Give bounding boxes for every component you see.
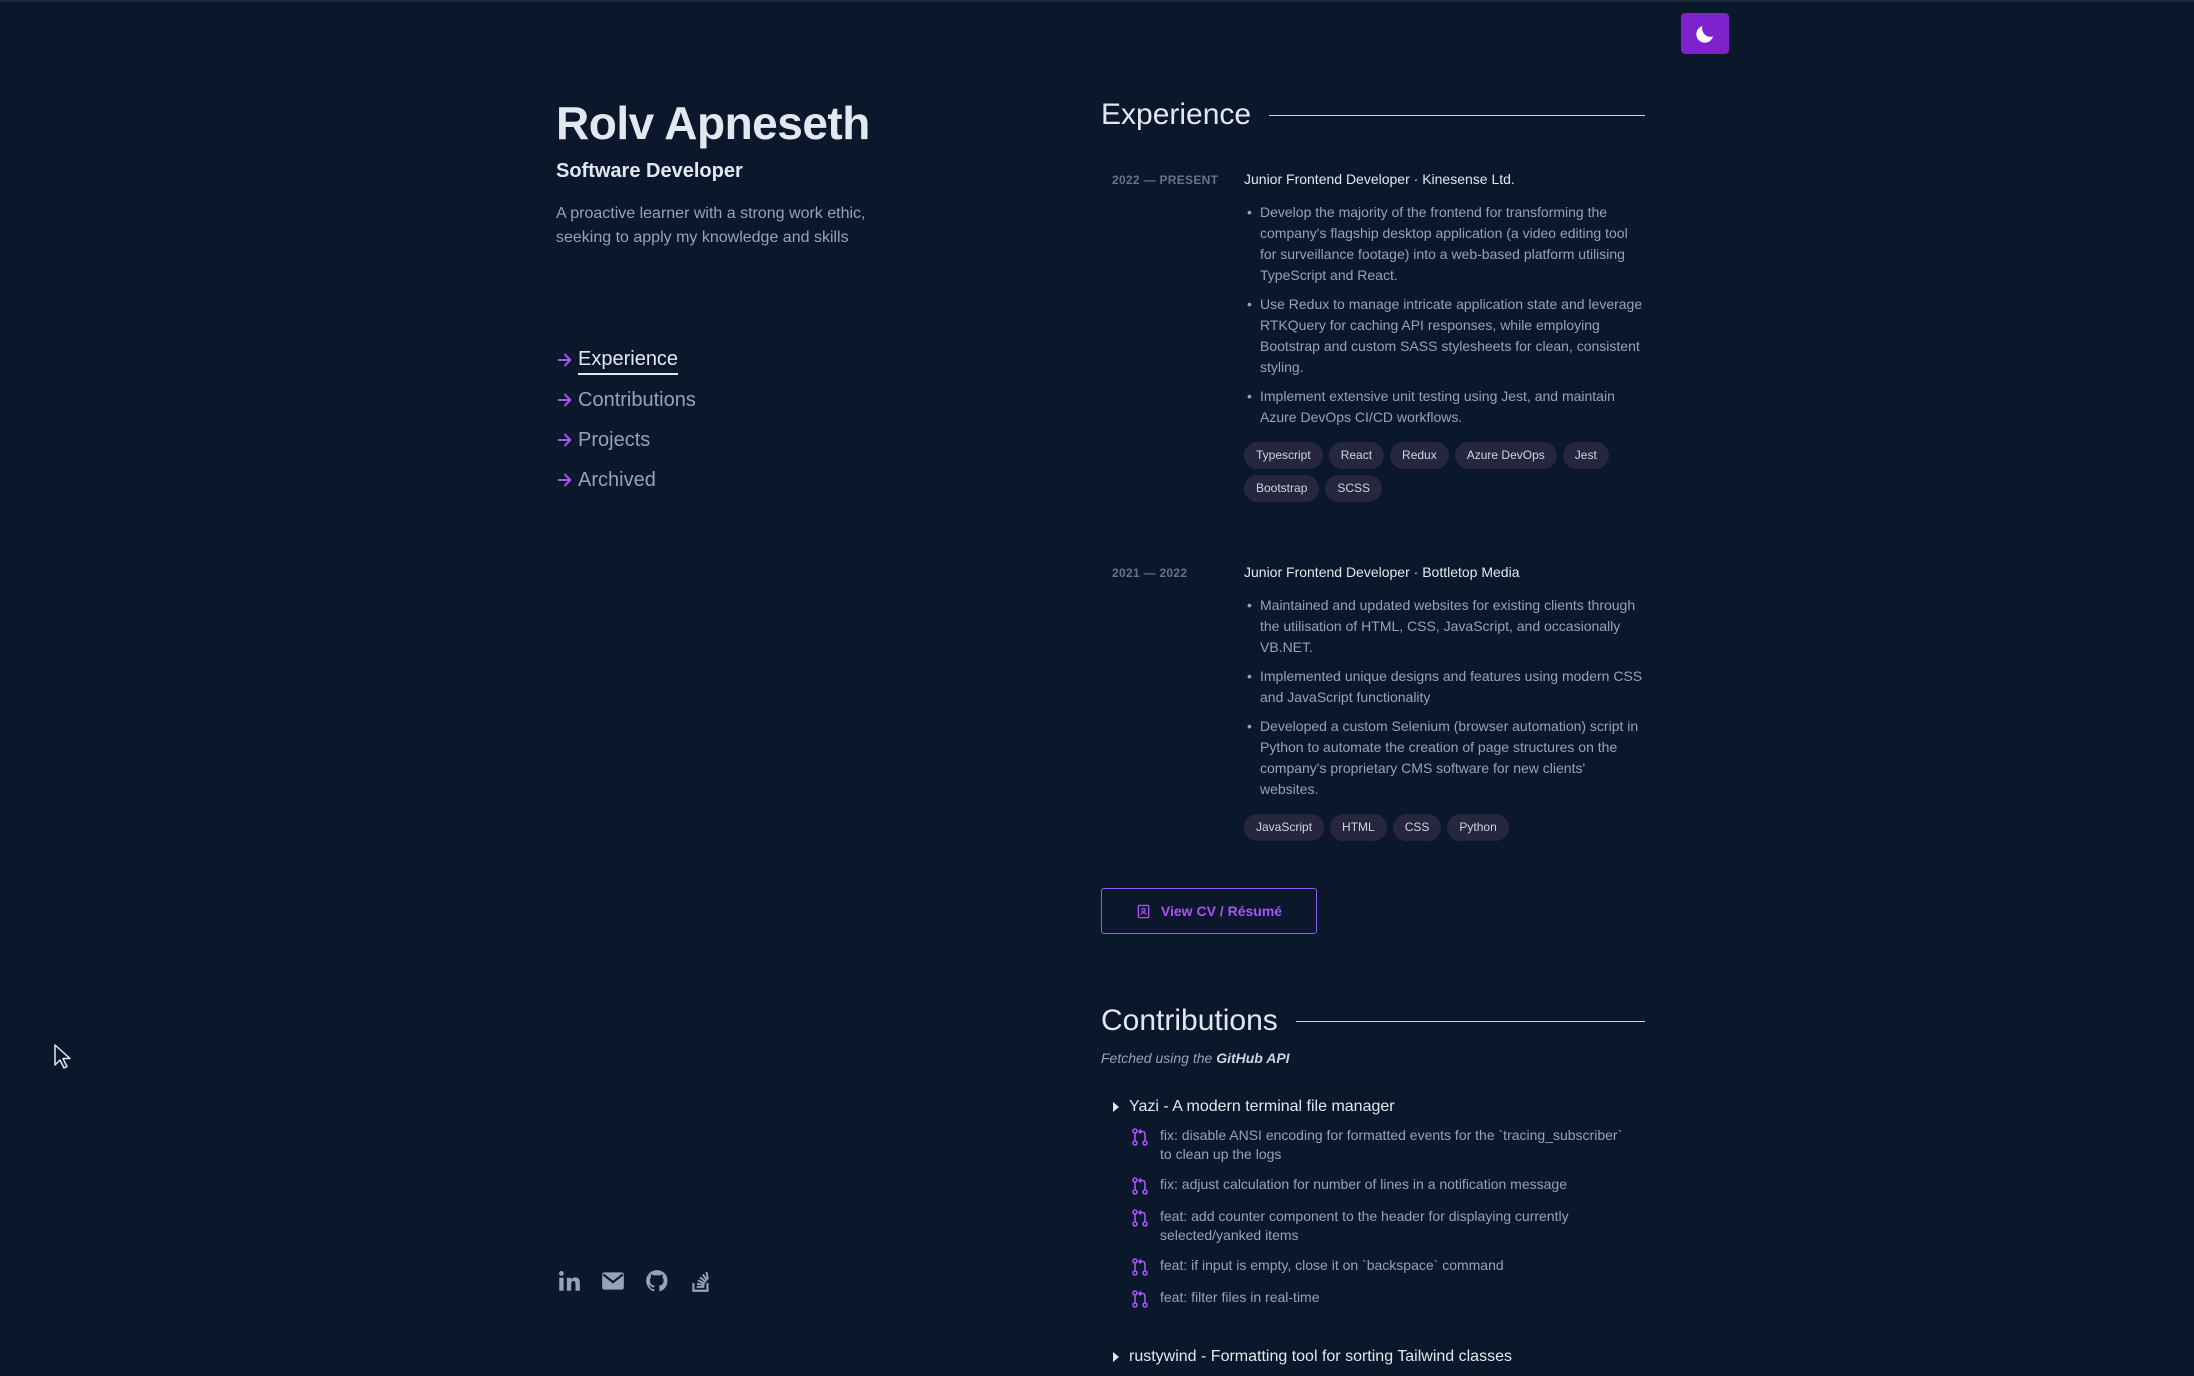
page-title: Rolv Apneseth: [556, 97, 870, 149]
repo-toggle[interactable]: Yazi - A modern terminal file manager: [1113, 1098, 1653, 1116]
nav-item-contributions[interactable]: Contributions: [556, 380, 696, 420]
job-bullet: Developed a custom Selenium (browser aut…: [1244, 716, 1644, 800]
job-bullet: Implement extensive unit testing using J…: [1244, 386, 1644, 428]
tag: CSS: [1392, 814, 1442, 841]
tag-list: Typescript React Redux Azure DevOps Jest…: [1244, 442, 1644, 502]
repo-entry: rustywind - Formatting tool for sorting …: [1113, 1348, 1653, 1366]
repo-entry: Yazi - A modern terminal file manager fi…: [1113, 1098, 1653, 1320]
job-bullet: Implemented unique designs and features …: [1244, 666, 1644, 708]
pull-request-icon: [1132, 1177, 1148, 1195]
pr-list: fix: disable ANSI encoding for formatted…: [1130, 1126, 1653, 1309]
job-bullet: Use Redux to manage intricate applicatio…: [1244, 294, 1644, 378]
top-border: [0, 0, 2194, 2]
tag: React: [1328, 442, 1385, 469]
job-bullet: Maintained and updated websites for exis…: [1244, 595, 1644, 658]
tag: Redux: [1390, 442, 1449, 469]
tag: Azure DevOps: [1454, 442, 1557, 469]
pr-item[interactable]: feat: add counter component to the heade…: [1130, 1207, 1653, 1245]
github-icon[interactable]: [644, 1268, 670, 1294]
pr-title: fix: adjust calculation for number of li…: [1160, 1176, 1567, 1192]
job-title: Junior Frontend Developer · Kinesense Lt…: [1244, 171, 1515, 187]
job-role: Software Developer: [556, 160, 743, 182]
job-title: Junior Frontend Developer · Bottletop Me…: [1244, 564, 1520, 580]
nav-item-label: Projects: [578, 429, 651, 451]
tag-list: JavaScript HTML CSS Python: [1244, 814, 1644, 841]
tag: Jest: [1562, 442, 1609, 469]
caret-right-icon: [1113, 1352, 1119, 1362]
pr-item[interactable]: feat: filter files in real-time: [1130, 1288, 1653, 1309]
job-bullet: Develop the majority of the frontend for…: [1244, 202, 1644, 286]
bio-text: A proactive learner with a strong work e…: [556, 205, 866, 246]
pr-title: feat: if input is empty, close it on `ba…: [1160, 1257, 1504, 1273]
repo-name: Yazi - A modern terminal file manager: [1129, 1098, 1395, 1115]
pull-request-icon: [1132, 1258, 1148, 1276]
email-icon[interactable]: [600, 1268, 626, 1294]
arrow-right-icon: [557, 353, 572, 367]
arrow-right-icon: [557, 473, 572, 487]
pr-item[interactable]: fix: disable ANSI encoding for formatted…: [1130, 1126, 1653, 1164]
pr-title: fix: disable ANSI encoding for formatted…: [1160, 1127, 1623, 1162]
view-cv-label: View CV / Résumé: [1160, 903, 1283, 919]
linkedin-icon[interactable]: [556, 1268, 582, 1294]
nav-item-label: Contributions: [578, 389, 696, 411]
tag: SCSS: [1325, 475, 1383, 502]
moon-icon: [1696, 25, 1713, 43]
mouse-cursor-icon: [54, 1044, 71, 1069]
fetched-prefix: Fetched using the: [1101, 1050, 1217, 1066]
nav-item-projects[interactable]: Projects: [556, 420, 696, 460]
tag: JavaScript: [1244, 814, 1325, 841]
nav-item-experience[interactable]: Experience: [556, 340, 696, 380]
pr-title: feat: filter files in real-time: [1160, 1289, 1320, 1305]
contributions-heading: Contributions: [1101, 1004, 1645, 1038]
experience-heading-text: Experience: [1101, 98, 1252, 131]
job-bullets: Develop the majority of the frontend for…: [1244, 202, 1644, 428]
experience-heading: Experience: [1101, 98, 1645, 132]
fetched-note: Fetched using the GitHub API: [1101, 1050, 1290, 1066]
pull-request-icon: [1132, 1128, 1148, 1146]
pr-item[interactable]: fix: adjust calculation for number of li…: [1130, 1175, 1653, 1196]
job-bullets: Maintained and updated websites for exis…: [1244, 595, 1644, 800]
heading-rule: [1295, 1020, 1645, 1022]
tag: Bootstrap: [1244, 475, 1320, 502]
theme-toggle-button[interactable]: [1681, 13, 1729, 54]
arrow-right-icon: [557, 393, 572, 407]
tag: Typescript: [1244, 442, 1323, 469]
nav-item-label: Archived: [578, 469, 656, 491]
pr-title: feat: add counter component to the heade…: [1160, 1208, 1569, 1243]
job-date: 2021 — 2022: [1112, 566, 1188, 580]
document-icon: [1137, 904, 1150, 918]
job-body: Junior Frontend Developer · Bottletop Me…: [1244, 563, 1644, 841]
repo-toggle[interactable]: rustywind - Formatting tool for sorting …: [1113, 1348, 1653, 1366]
github-api-link[interactable]: GitHub API: [1216, 1050, 1289, 1066]
heading-rule: [1269, 114, 1645, 116]
pull-request-icon: [1132, 1209, 1148, 1227]
social-links: [556, 1268, 714, 1294]
view-cv-button[interactable]: View CV / Résumé: [1101, 888, 1317, 934]
job-date: 2022 — PRESENT: [1112, 173, 1219, 187]
stackoverflow-icon[interactable]: [688, 1268, 714, 1294]
nav-item-archived[interactable]: Archived: [556, 460, 696, 500]
pull-request-icon: [1132, 1290, 1148, 1308]
section-nav: Experience Contributions Projects Archiv…: [556, 340, 696, 500]
tag: Python: [1447, 814, 1509, 841]
caret-right-icon: [1113, 1102, 1119, 1112]
job-body: Junior Frontend Developer · Kinesense Lt…: [1244, 170, 1644, 502]
arrow-right-icon: [557, 433, 572, 447]
repo-name: rustywind - Formatting tool for sorting …: [1129, 1348, 1512, 1365]
tag: HTML: [1330, 814, 1387, 841]
contributions-heading-text: Contributions: [1101, 1004, 1278, 1037]
nav-item-label: Experience: [578, 346, 679, 375]
pr-item[interactable]: feat: if input is empty, close it on `ba…: [1130, 1256, 1653, 1277]
